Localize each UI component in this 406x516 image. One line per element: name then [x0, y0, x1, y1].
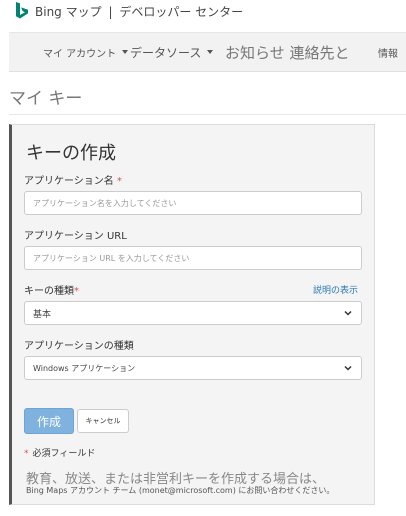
- nav-data-sources-label: データソース: [130, 45, 202, 60]
- brand-title[interactable]: Bing マップ | デベロッパー センター: [35, 3, 243, 20]
- create-key-panel: キーの作成 アプリケーション名* アプリケーション URL キーの種類* 説明の…: [9, 124, 375, 505]
- required-marker: *: [24, 449, 29, 459]
- page-title: マイ キー: [9, 89, 83, 109]
- required-marker: *: [74, 286, 79, 297]
- divider: [9, 114, 406, 115]
- nav-info-label: 情報: [378, 48, 398, 60]
- app-type-value: Windows アプリケーション: [33, 363, 136, 373]
- brand-subtitle: デベロッパー センター: [119, 5, 244, 19]
- nav-news-label: お知らせ 連絡先と: [225, 43, 350, 62]
- top-nav: マイ アカウント データソース お知らせ 連絡先と 情報: [9, 32, 406, 72]
- bing-logo-icon[interactable]: [14, 2, 30, 20]
- header: Bing マップ | デベロッパー センター: [0, 0, 406, 26]
- required-note-text: 必須フィールド: [32, 449, 96, 459]
- cancel-button[interactable]: キャンセル: [77, 409, 129, 433]
- help-link[interactable]: 説明の表示: [313, 283, 358, 296]
- form-title: キーの作成: [26, 143, 116, 164]
- nav-my-account-label: マイ アカウント: [43, 48, 117, 60]
- brand-name: Bing マップ: [35, 5, 102, 19]
- nav-news[interactable]: お知らせ 連絡先と: [225, 33, 349, 71]
- app-name-input[interactable]: [24, 191, 362, 215]
- chevron-down-icon: [344, 310, 352, 316]
- nav-my-account[interactable]: マイ アカウント: [43, 33, 129, 71]
- contact-email-link[interactable]: monet@microsoft.com: [142, 486, 233, 495]
- create-button[interactable]: 作成: [24, 408, 74, 434]
- brand-divider: |: [108, 5, 113, 19]
- app-name-label-text: アプリケーション名: [24, 176, 114, 187]
- contact-notice: Bing Maps アカウント チーム (monet@microsoft.com…: [26, 485, 334, 496]
- contact-prefix: Bing Maps アカウント チーム (: [26, 486, 142, 495]
- app-url-input[interactable]: [24, 246, 362, 270]
- app-type-label: アプリケーションの種類: [24, 341, 134, 352]
- nav-data-sources[interactable]: データソース: [130, 33, 214, 71]
- required-marker: *: [116, 176, 122, 187]
- caret-down-icon: [122, 50, 129, 54]
- chevron-down-icon: [344, 365, 352, 371]
- app-url-label: アプリケーション URL: [24, 231, 127, 242]
- key-type-label-text: キーの種類: [24, 286, 74, 297]
- app-name-label: アプリケーション名 *: [24, 172, 122, 187]
- caret-down-icon: [207, 50, 214, 54]
- key-type-label: キーの種類*: [24, 282, 79, 297]
- nav-info[interactable]: 情報: [378, 33, 398, 71]
- required-note: * 必須フィールド: [24, 446, 95, 459]
- key-type-select[interactable]: 基本: [24, 301, 362, 325]
- contact-suffix: ) にお問い合わせください。: [232, 486, 335, 495]
- key-type-value: 基本: [33, 309, 52, 320]
- app-type-select[interactable]: Windows アプリケーション: [24, 356, 362, 380]
